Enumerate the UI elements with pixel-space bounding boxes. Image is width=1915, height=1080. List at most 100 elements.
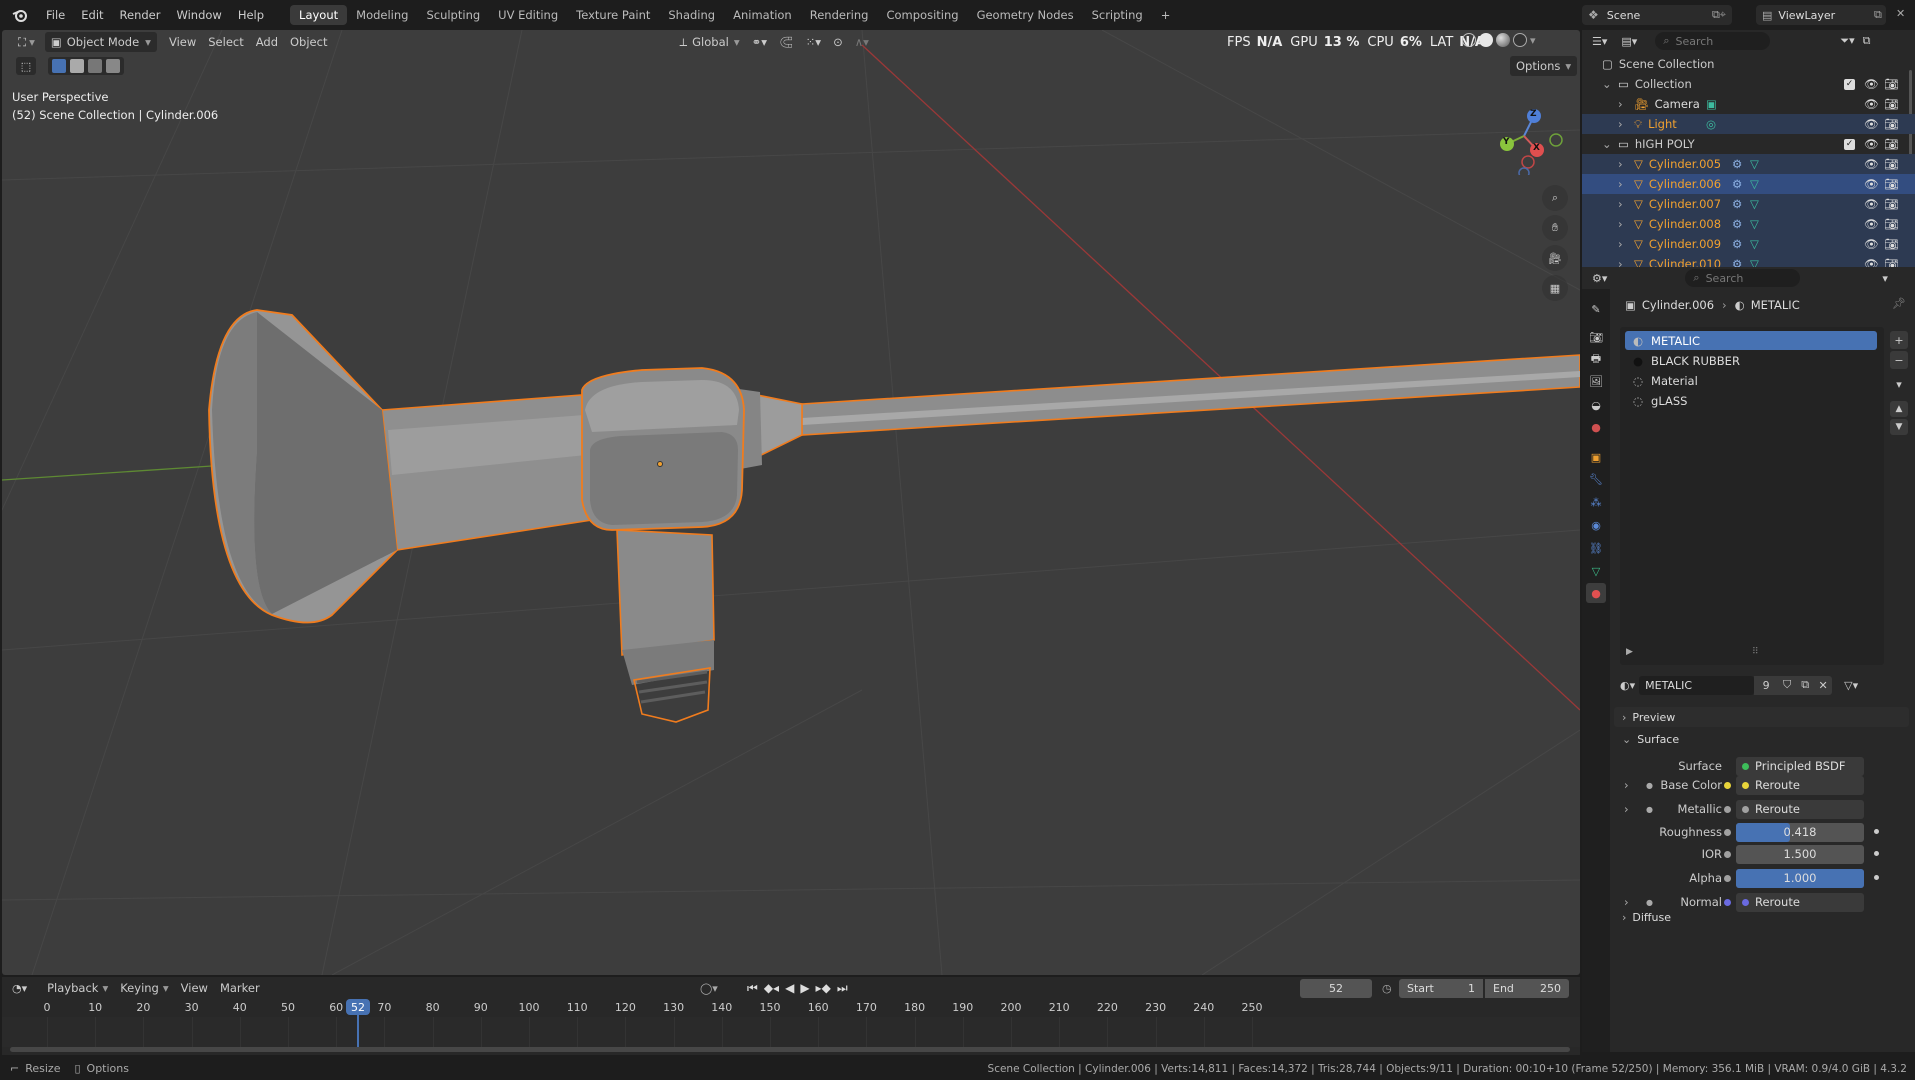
outliner-item[interactable]: › ▽ Cylinder.009 ⚙ ▽ 👁︎ 📷︎ — [1582, 234, 1915, 254]
viewport-options-button[interactable]: Options ▾ — [1510, 56, 1578, 76]
modifier-icon[interactable]: ⚙ — [1732, 197, 1742, 211]
chevron-right-icon[interactable]: › — [1618, 217, 1630, 231]
render-camera-icon[interactable]: 📷︎ — [1884, 97, 1899, 111]
proportional-edit-icon[interactable]: ⊙ — [827, 32, 849, 52]
mesh-data-icon[interactable]: ▽ — [1750, 237, 1759, 251]
modifier-icon[interactable]: ⚙ — [1732, 217, 1742, 231]
menu-window[interactable]: Window — [168, 5, 229, 25]
render-camera-icon[interactable]: 📷︎ — [1884, 177, 1899, 191]
solid-shading-icon[interactable] — [1479, 33, 1493, 47]
visibility-eye-icon[interactable]: 👁︎ — [1864, 157, 1879, 171]
menu-view[interactable]: View — [163, 32, 202, 52]
tab-geometry-nodes[interactable]: Geometry Nodes — [968, 5, 1083, 25]
unlink-material-icon[interactable]: ✕ — [1814, 675, 1833, 695]
tab-layout[interactable]: Layout — [290, 5, 348, 25]
view-layer-selector[interactable]: ▤ ViewLayer — [1756, 5, 1886, 25]
snap-target-icon[interactable]: ⁙▾ — [800, 32, 827, 52]
render-camera-icon[interactable]: 📷︎ — [1884, 117, 1899, 131]
material-browse-icon[interactable]: ◐▾ — [1620, 679, 1635, 692]
material-slot-item[interactable]: ◌ gLASS — [1625, 391, 1877, 410]
shader-input-field[interactable]: 1.500 — [1736, 844, 1879, 864]
properties-editor-icon[interactable]: ⚙▾ — [1592, 272, 1607, 285]
transform-orientation-selector[interactable]: ⟂ Global ▾ — [673, 32, 745, 52]
render-camera-icon[interactable]: 📷︎ — [1884, 137, 1899, 151]
menu-file[interactable]: File — [38, 5, 73, 25]
render-camera-icon[interactable]: 📷︎ — [1884, 197, 1899, 211]
add-slot-icon[interactable]: + — [1890, 331, 1908, 349]
select-subtract-icon[interactable] — [88, 59, 102, 73]
chevron-right-icon[interactable]: › — [1618, 117, 1630, 131]
material-slot-item[interactable]: ◌ Material — [1625, 371, 1877, 390]
camera-view-icon[interactable]: 🎥︎ — [1542, 245, 1568, 271]
jump-start-icon[interactable]: ⏮ — [747, 981, 758, 996]
visibility-eye-icon[interactable]: 👁︎ — [1864, 217, 1879, 231]
menu-render[interactable]: Render — [112, 5, 169, 25]
add-workspace-button[interactable]: + — [1152, 5, 1180, 25]
wireframe-shading-icon[interactable] — [1462, 33, 1476, 47]
duplicate-material-icon[interactable]: ⧉ — [1796, 675, 1815, 695]
move-slot-down-icon[interactable]: ▼ — [1890, 419, 1908, 435]
visibility-eye-icon[interactable]: 👁︎ — [1864, 77, 1879, 91]
list-resize-handle[interactable]: ⠿ — [1752, 647, 1759, 657]
particles-tab-icon[interactable]: ⁂ — [1586, 492, 1606, 512]
object-tab-icon[interactable]: ▣ — [1586, 447, 1606, 467]
pin-icon[interactable]: 📌︎ — [1892, 297, 1906, 310]
chevron-down-icon[interactable]: ⌄ — [1602, 77, 1614, 91]
outliner-item[interactable]: › ▽ Cylinder.006 ⚙ ▽ 👁︎ 📷︎ — [1582, 174, 1915, 194]
mesh-data-icon[interactable]: ▽ — [1750, 177, 1759, 191]
input-socket-icon[interactable] — [1724, 781, 1731, 789]
pin-icon[interactable]: ⌖ — [1720, 8, 1726, 22]
world-tab-icon[interactable]: ● — [1586, 417, 1606, 437]
tab-shading[interactable]: Shading — [659, 5, 724, 25]
select-new-icon[interactable] — [52, 59, 66, 73]
menu-marker[interactable]: Marker — [214, 978, 266, 998]
select-tool-icon[interactable]: ⬚ — [16, 57, 36, 75]
blender-logo-icon[interactable] — [12, 7, 28, 23]
mesh-data-icon[interactable]: ▽ — [1750, 157, 1759, 171]
shading-options-icon[interactable]: ▾ — [1530, 34, 1536, 47]
view-layer-tab-icon[interactable]: 🖼︎ — [1586, 371, 1606, 391]
user-count-badge[interactable]: 9 — [1754, 675, 1779, 695]
chevron-right-icon[interactable]: › — [1618, 197, 1630, 211]
material-name-field[interactable]: METALIC — [1639, 675, 1755, 695]
tab-modeling[interactable]: Modeling — [347, 5, 417, 25]
chevron-right-icon[interactable]: › — [1624, 778, 1629, 792]
outliner-item[interactable]: ⌄ ▭ Collection ✓ 👁︎ 📷︎ — [1582, 74, 1915, 94]
animate-property-icon[interactable] — [1874, 828, 1879, 834]
auto-keying-icon[interactable]: ◯▾ — [700, 982, 718, 995]
timeline-scrollbar[interactable] — [10, 1047, 1570, 1052]
outliner-item[interactable]: › 💡︎ Light ◎ 👁︎ 📷︎ — [1582, 114, 1915, 134]
shader-input-field[interactable]: Reroute — [1736, 775, 1864, 795]
menu-add[interactable]: Add — [250, 32, 284, 52]
chevron-right-icon[interactable]: › — [1624, 895, 1629, 909]
modifier-tab-icon[interactable]: 🔧︎ — [1586, 469, 1606, 489]
preview-panel-header[interactable]: › Preview — [1614, 707, 1909, 727]
pan-hand-icon[interactable]: ✋︎ — [1542, 215, 1568, 241]
material-shading-icon[interactable] — [1496, 33, 1510, 47]
chevron-right-icon[interactable]: › — [1618, 177, 1630, 191]
select-extend-icon[interactable] — [70, 59, 84, 73]
surface-panel-header[interactable]: ⌄ Surface — [1614, 729, 1909, 749]
modifier-icon[interactable]: ⚙ — [1732, 177, 1742, 191]
shader-input-field[interactable]: Reroute — [1736, 892, 1864, 912]
zoom-icon[interactable]: ⌕ — [1542, 185, 1568, 211]
data-tab-icon[interactable]: ▽ — [1586, 561, 1606, 581]
tab-texture-paint[interactable]: Texture Paint — [567, 5, 659, 25]
chevron-right-icon[interactable]: › — [1618, 237, 1630, 251]
visibility-eye-icon[interactable]: 👁︎ — [1864, 177, 1879, 191]
link-mode-icon[interactable]: ▽▾ — [1844, 679, 1858, 692]
editor-type-button[interactable]: ⛶ ▾ — [12, 32, 41, 52]
visibility-eye-icon[interactable]: 👁︎ — [1864, 117, 1879, 131]
snap-icon[interactable]: 🧲︎ — [773, 32, 800, 52]
material-slot-item[interactable]: ● BLACK RUBBER — [1625, 351, 1877, 370]
menu-keying[interactable]: Keying ▾ — [114, 978, 174, 998]
scene-tab-icon[interactable]: ◒ — [1586, 395, 1606, 415]
list-expand-icon[interactable]: ▶ — [1626, 647, 1633, 657]
chevron-down-icon[interactable]: ⌄ — [1602, 137, 1614, 151]
outliner-item[interactable]: › ▽ Cylinder.007 ⚙ ▽ 👁︎ 📷︎ — [1582, 194, 1915, 214]
tab-compositing[interactable]: Compositing — [877, 5, 967, 25]
constraints-tab-icon[interactable]: ⛓︎ — [1586, 538, 1606, 558]
render-tab-icon[interactable]: 📷︎ — [1586, 327, 1606, 347]
input-socket-icon[interactable] — [1724, 874, 1731, 882]
output-tab-icon[interactable]: 🖶︎ — [1586, 349, 1606, 369]
